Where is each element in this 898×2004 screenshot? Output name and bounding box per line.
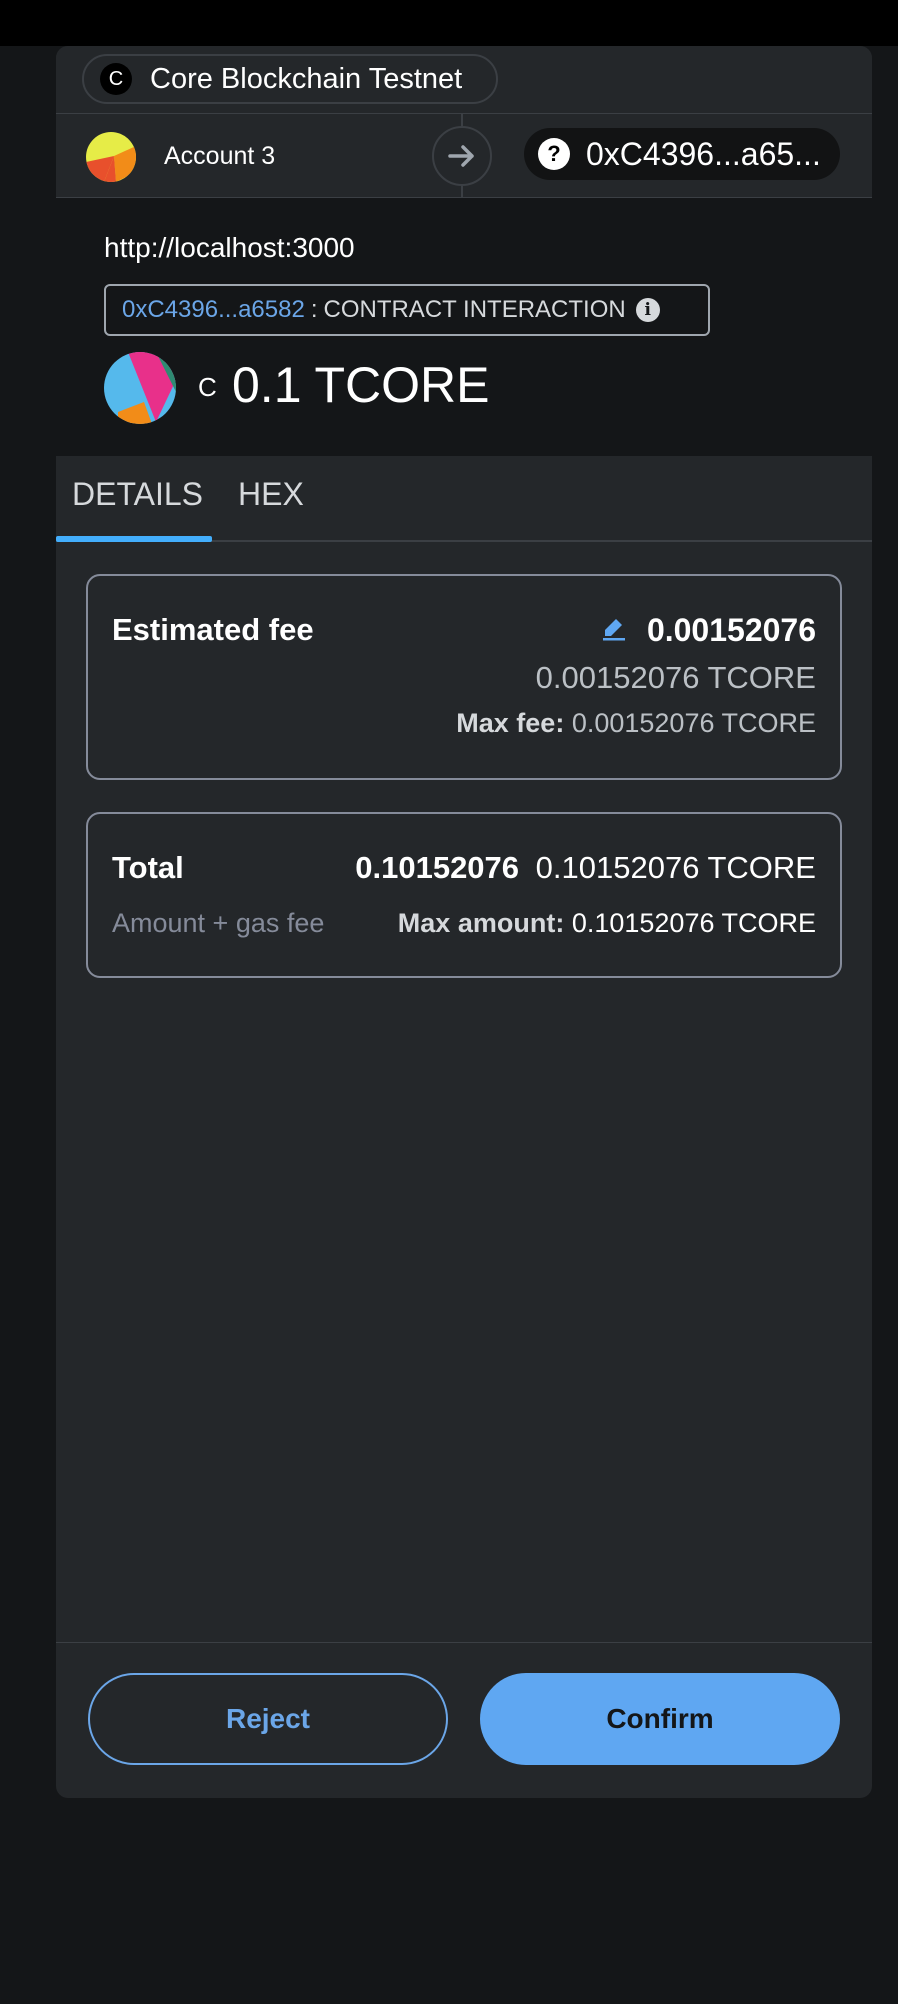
account-avatar[interactable] xyxy=(86,132,136,182)
total-sub-label: Amount + gas fee xyxy=(112,908,325,938)
transaction-summary: http://localhost:3000 0xC4396...a6582 : … xyxy=(56,198,872,456)
arrow-right-icon xyxy=(432,126,492,186)
separator: : xyxy=(310,296,318,323)
recipient-address: 0xC4396...a65... xyxy=(586,135,821,172)
footer-actions: Reject Confirm xyxy=(56,1642,872,1798)
tab-bar: DETAILS HEX xyxy=(56,456,872,542)
max-fee-line: Max fee: 0.00152076 TCORE xyxy=(456,708,816,739)
origin-url: http://localhost:3000 xyxy=(104,232,355,263)
network-header: C Core Blockchain Testnet xyxy=(56,46,872,114)
max-amount-value: 0.10152076 TCORE xyxy=(571,908,816,938)
confirm-transaction-panel: C Core Blockchain Testnet Account 3 ? 0x… xyxy=(56,46,872,1798)
transaction-amount: 0.1 TCORE xyxy=(232,357,490,413)
estimated-fee-secondary: 0.00152076 TCORE xyxy=(535,660,816,695)
recipient-address-pill[interactable]: ? 0xC4396...a65... xyxy=(524,128,840,180)
active-tab-indicator xyxy=(56,536,212,542)
currency-symbol: C xyxy=(198,372,217,402)
max-amount-line: Max amount: 0.10152076 TCORE xyxy=(398,908,816,939)
tab-details[interactable]: DETAILS xyxy=(72,476,203,513)
contract-address-link[interactable]: 0xC4396...a6582 xyxy=(122,296,305,324)
top-bar xyxy=(0,0,898,46)
estimated-fee-card: Estimated fee 0.00152076 0.00152076 TCOR… xyxy=(86,574,842,780)
max-fee-label: Max fee: xyxy=(456,708,565,738)
confirm-button[interactable]: Confirm xyxy=(480,1673,840,1765)
contract-interaction-box: 0xC4396...a6582 : CONTRACT INTERACTION i xyxy=(104,284,710,336)
total-value-line: 0.10152076 0.10152076 TCORE xyxy=(355,850,816,886)
estimated-fee-value: 0.00152076 xyxy=(646,612,816,648)
network-icon: C xyxy=(100,63,132,95)
total-card: Total 0.10152076 0.10152076 TCORE Amount… xyxy=(86,812,842,978)
total-primary: 0.10152076 xyxy=(355,850,520,885)
token-avatar xyxy=(104,352,176,424)
network-selector[interactable]: C Core Blockchain Testnet xyxy=(82,54,498,104)
edit-icon[interactable] xyxy=(601,612,627,649)
transaction-type-label: CONTRACT INTERACTION xyxy=(323,296,626,323)
max-amount-label: Max amount: xyxy=(397,908,565,938)
total-secondary: 0.10152076 TCORE xyxy=(535,850,816,885)
estimated-fee-label: Estimated fee xyxy=(112,612,314,647)
estimated-fee-primary: 0.00152076 xyxy=(601,612,816,649)
question-icon: ? xyxy=(538,138,570,170)
info-icon[interactable]: i xyxy=(635,298,660,322)
total-label: Total xyxy=(112,850,184,885)
reject-button[interactable]: Reject xyxy=(88,1673,448,1765)
account-name[interactable]: Account 3 xyxy=(164,142,275,171)
tab-hex[interactable]: HEX xyxy=(238,476,304,513)
sender-recipient-row: Account 3 ? 0xC4396...a65... xyxy=(56,114,872,198)
network-name: Core Blockchain Testnet xyxy=(150,62,463,95)
max-fee-value: 0.00152076 TCORE xyxy=(571,708,816,738)
